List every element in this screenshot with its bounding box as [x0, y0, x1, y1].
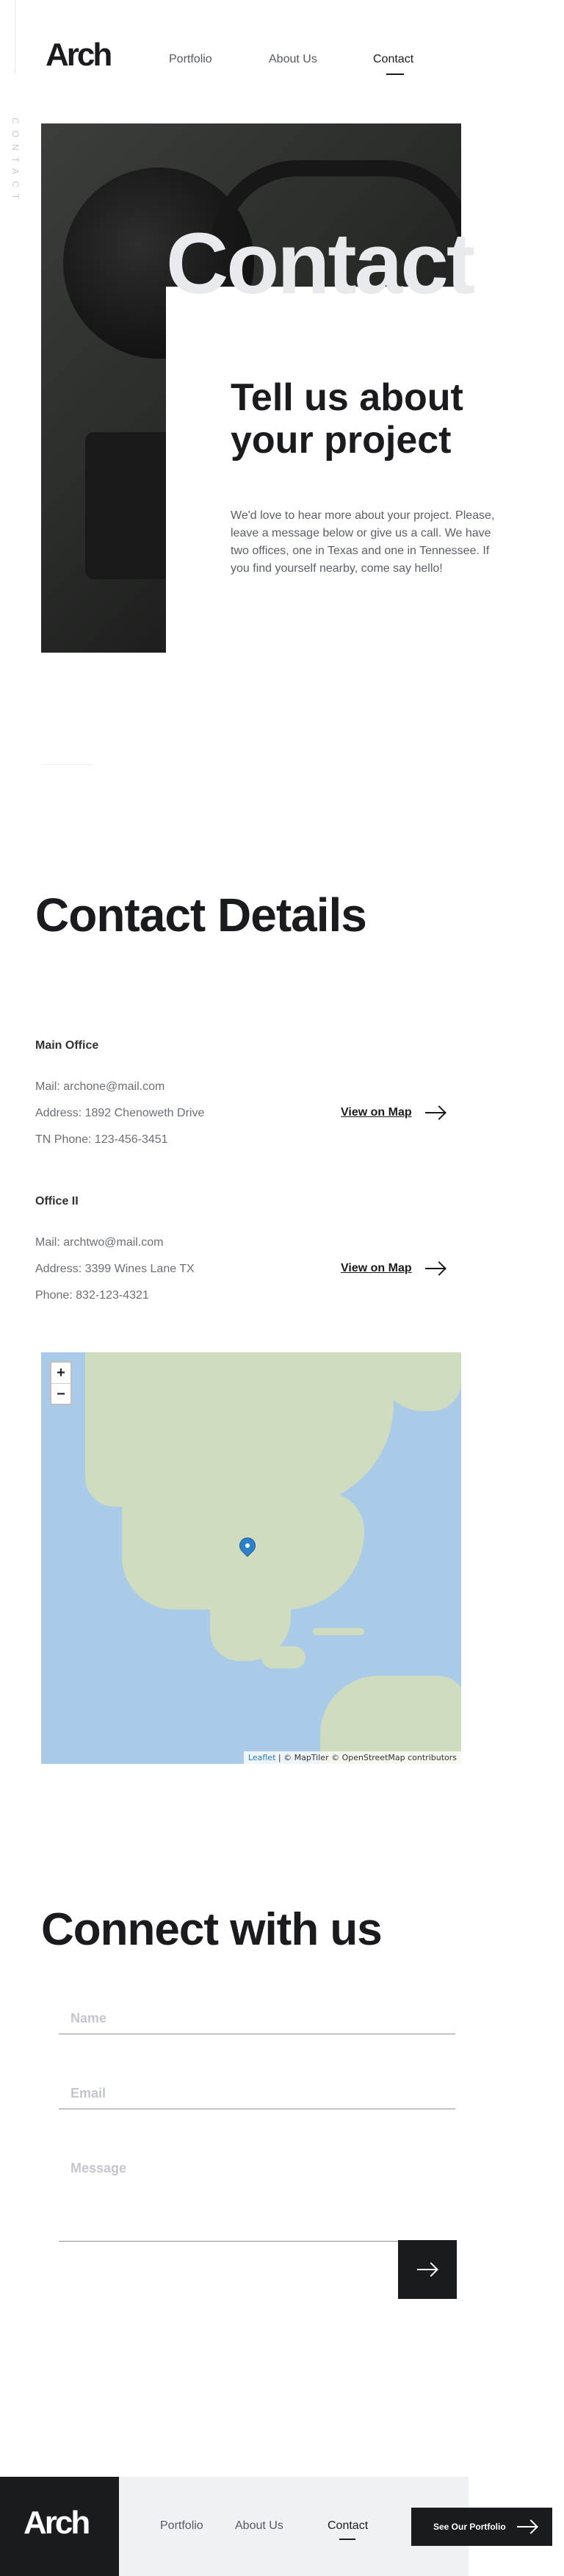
- nav-about-us[interactable]: About Us: [269, 53, 317, 66]
- contact-details-title: Contact Details: [35, 889, 367, 941]
- email-input[interactable]: [59, 2078, 455, 2109]
- footer-active-indicator: [339, 2539, 355, 2540]
- nav-portfolio[interactable]: Portfolio: [169, 53, 212, 66]
- footer-nav-portfolio[interactable]: Portfolio: [160, 2519, 203, 2533]
- office-phone: TN Phone: 123-456-3451: [35, 1133, 168, 1146]
- name-field-wrapper: [59, 2003, 455, 2034]
- active-nav-indicator: [386, 73, 404, 75]
- view-on-map-link-main[interactable]: View on Map: [341, 1105, 446, 1120]
- submit-button[interactable]: [398, 2240, 457, 2299]
- view-on-map-label: View on Map: [341, 1262, 412, 1274]
- office-email: Mail: archtwo@mail.com: [35, 1236, 164, 1249]
- hero-paragraph: We'd love to hear more about your projec…: [231, 509, 495, 575]
- map-zoom-controls: + −: [50, 1361, 72, 1405]
- view-on-map-link-office-2[interactable]: View on Map: [341, 1261, 446, 1276]
- side-section-label: CONTACT: [10, 118, 21, 207]
- arrow-right-icon: [517, 2519, 538, 2534]
- office-address: Address: 3399 Wines Lane TX: [35, 1263, 195, 1275]
- brand-logo[interactable]: Arch: [46, 37, 112, 73]
- office-location-map[interactable]: + − Leaflet | © MapTiler © OpenStreetMap…: [41, 1352, 461, 1764]
- message-input[interactable]: [59, 2153, 455, 2230]
- arrow-right-icon: [417, 2262, 438, 2277]
- hero-text-panel: [166, 287, 461, 653]
- hero-heading: Tell us about your project: [231, 376, 463, 462]
- arrow-right-icon: [424, 1261, 446, 1276]
- office-name: Office II: [35, 1195, 79, 1208]
- office-email: Mail: archone@mail.com: [35, 1080, 165, 1093]
- footer-nav-about-us[interactable]: About Us: [235, 2519, 283, 2533]
- office-name: Main Office: [35, 1039, 99, 1052]
- footer-brand-logo[interactable]: Arch: [24, 2505, 90, 2541]
- email-field-wrapper: [59, 2078, 455, 2109]
- attribution-text: | © MapTiler © OpenStreetMap contributor…: [278, 1753, 457, 1762]
- leaflet-link[interactable]: Leaflet: [248, 1753, 275, 1762]
- view-on-map-label: View on Map: [341, 1106, 412, 1119]
- office-phone: Phone: 832-123-4321: [35, 1289, 149, 1302]
- nav-contact[interactable]: Contact: [373, 53, 413, 66]
- see-portfolio-label: See Our Portfolio: [433, 2522, 506, 2532]
- footer-nav-contact[interactable]: Contact: [328, 2519, 368, 2533]
- zoom-in-button[interactable]: +: [51, 1363, 70, 1383]
- connect-title: Connect with us: [41, 1904, 383, 1955]
- hero-background-word: Contact: [166, 215, 475, 312]
- see-portfolio-button[interactable]: See Our Portfolio: [411, 2508, 552, 2546]
- zoom-out-button[interactable]: −: [51, 1383, 70, 1404]
- arrow-right-icon: [424, 1105, 446, 1120]
- message-field-wrapper: [59, 2153, 455, 2242]
- name-input[interactable]: [59, 2003, 455, 2034]
- office-address: Address: 1892 Chenoweth Drive: [35, 1107, 205, 1119]
- section-divider: [41, 764, 93, 765]
- map-attribution: Leaflet | © MapTiler © OpenStreetMap con…: [243, 1751, 461, 1764]
